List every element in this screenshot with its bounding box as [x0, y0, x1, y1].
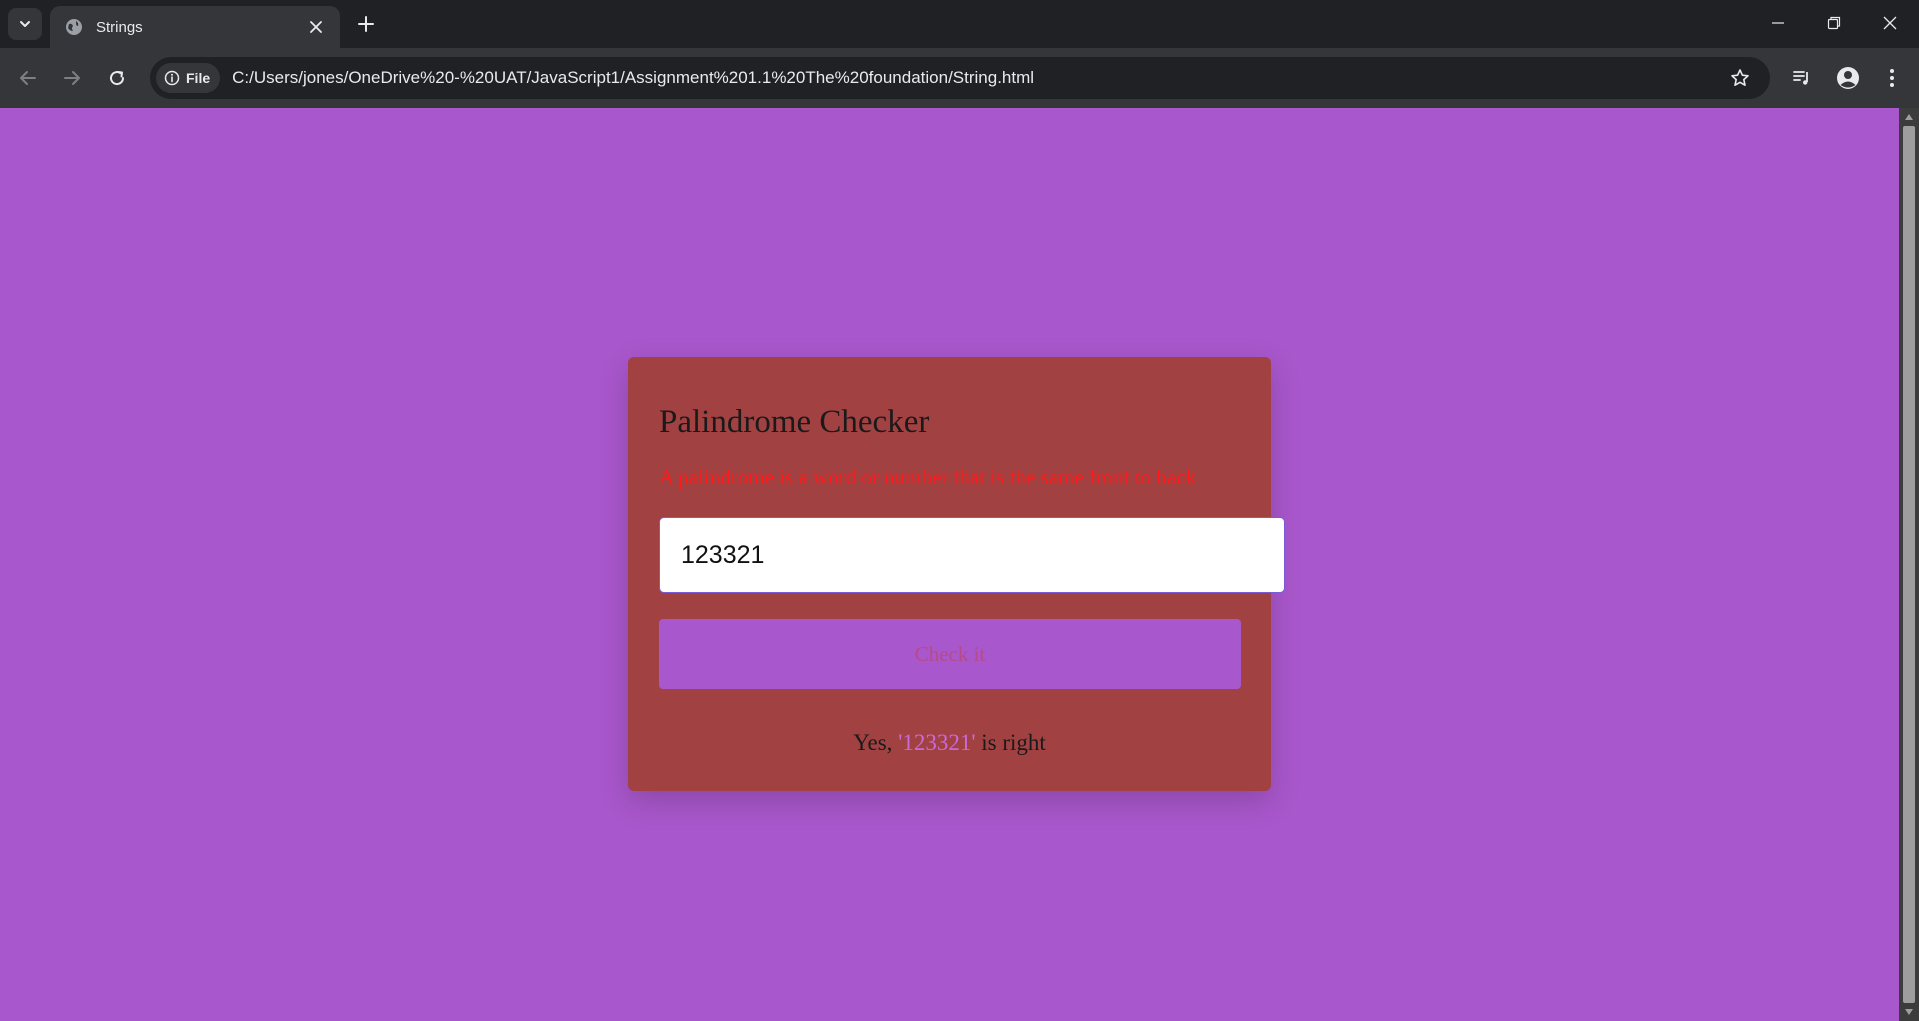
media-queue-button[interactable] — [1786, 62, 1818, 94]
restore-button[interactable] — [1806, 0, 1862, 46]
browser-toolbar: File C:/Users/jones/OneDrive%20-%20UAT/J… — [0, 48, 1919, 108]
check-button[interactable]: Check it — [659, 619, 1241, 689]
forward-button[interactable] — [56, 62, 88, 94]
back-button[interactable] — [12, 62, 44, 94]
result-word: '123321' — [898, 730, 976, 755]
tab-title: Strings — [96, 18, 143, 36]
close-window-button[interactable] — [1862, 0, 1918, 46]
menu-button[interactable] — [1876, 62, 1908, 94]
media-queue-icon — [1793, 71, 1808, 85]
card-description: A palindrome is a word or number that is… — [659, 465, 1197, 489]
star-icon — [1731, 69, 1749, 86]
vertical-scrollbar[interactable] — [1899, 108, 1919, 1021]
triangle-up-icon — [1905, 114, 1913, 120]
result-text: Yes, '123321' is right — [628, 730, 1271, 756]
kebab-menu-icon — [1890, 69, 1894, 87]
profile-button[interactable] — [1832, 62, 1864, 94]
page-viewport: Palindrome Checker A palindrome is a wor… — [0, 108, 1899, 1021]
reload-icon — [110, 71, 125, 86]
result-suffix: is right — [975, 730, 1046, 755]
triangle-down-icon — [1905, 1009, 1913, 1015]
info-icon — [164, 70, 180, 86]
tab-close-button[interactable] — [304, 15, 328, 39]
site-info-chip[interactable]: File — [156, 63, 221, 93]
site-chip-label: File — [186, 70, 211, 86]
tab-strip: Strings — [0, 0, 1919, 48]
minimize-button[interactable] — [1750, 0, 1806, 46]
arrow-right-icon — [64, 71, 80, 85]
palindrome-input[interactable] — [659, 517, 1285, 593]
result-prefix: Yes, — [853, 730, 899, 755]
profile-icon — [1837, 67, 1859, 89]
arrow-left-icon — [20, 71, 36, 85]
chevron-down-icon — [20, 21, 30, 27]
scrollbar-thumb[interactable] — [1903, 126, 1915, 1003]
address-bar[interactable]: File C:/Users/jones/OneDrive%20-%20UAT/J… — [150, 57, 1770, 99]
reload-button[interactable] — [101, 62, 133, 94]
plus-icon — [358, 16, 374, 32]
bookmark-button[interactable] — [1724, 62, 1756, 94]
restore-icon — [1827, 16, 1841, 30]
close-icon — [310, 21, 322, 33]
palindrome-card: Palindrome Checker A palindrome is a wor… — [628, 357, 1285, 791]
minimize-icon — [1772, 22, 1784, 24]
url-text[interactable]: C:/Users/jones/OneDrive%20-%20UAT/JavaSc… — [232, 68, 1724, 88]
browser-tab[interactable]: Strings — [50, 6, 340, 48]
scroll-down-arrow[interactable] — [1903, 1006, 1915, 1018]
close-icon — [1883, 16, 1897, 30]
scroll-up-arrow[interactable] — [1903, 111, 1915, 123]
card-title: Palindrome Checker — [659, 404, 930, 440]
globe-icon — [64, 17, 84, 37]
new-tab-button[interactable] — [352, 10, 380, 38]
tab-search-button[interactable] — [8, 8, 42, 40]
